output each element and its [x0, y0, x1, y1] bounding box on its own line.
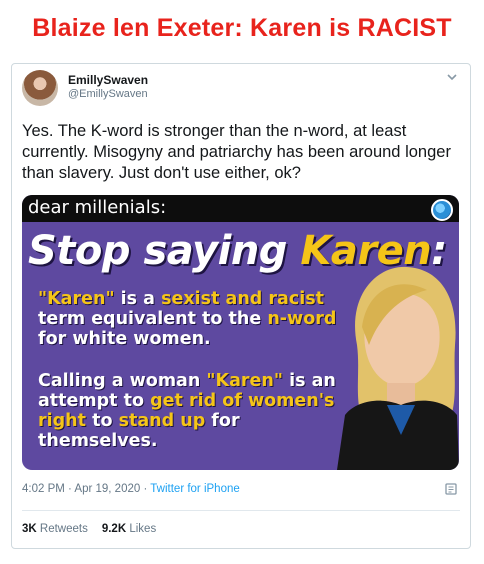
tweet-text: Yes. The K-word is stronger than the n-w…: [22, 122, 451, 182]
timestamp[interactable]: 4:02 PM · Apr 19, 2020 ·: [22, 483, 150, 495]
display-name[interactable]: EmillySwaven: [68, 73, 148, 87]
avatar[interactable]: [22, 70, 58, 106]
chevron-down-icon[interactable]: [446, 72, 458, 82]
share-icon[interactable]: [444, 482, 458, 496]
tweet-media-image[interactable]: dear millenials: Stop saying Karen: "Kar…: [22, 195, 459, 470]
tweet-source-link[interactable]: Twitter for iPhone: [150, 483, 239, 495]
media-topbar: dear millenials:: [22, 195, 459, 222]
retweets-stat[interactable]: 3K Retweets: [22, 523, 88, 535]
image-headline: Blaize len Exeter: Karen is RACIST: [32, 14, 452, 42]
likes-stat[interactable]: 9.2K Likes: [102, 523, 156, 535]
globe-icon: [431, 199, 453, 221]
media-paragraph-2: Calling a woman "Karen" is an attempt to…: [38, 371, 336, 451]
divider: [22, 510, 460, 511]
woman-photo: [337, 266, 459, 470]
media-topbar-text: dear millenials:: [28, 197, 167, 218]
media-paragraph-1: "Karen" is a sexist and racist term equi…: [38, 289, 337, 349]
tweet-card: EmillySwaven @EmillySwaven Yes. The K-wo…: [11, 63, 471, 549]
tweet-meta: 4:02 PM · Apr 19, 2020 · Twitter for iPh…: [22, 483, 240, 495]
tweet-stats: 3K Retweets 9.2K Likes: [22, 523, 156, 535]
user-handle[interactable]: @EmillySwaven: [68, 88, 148, 100]
